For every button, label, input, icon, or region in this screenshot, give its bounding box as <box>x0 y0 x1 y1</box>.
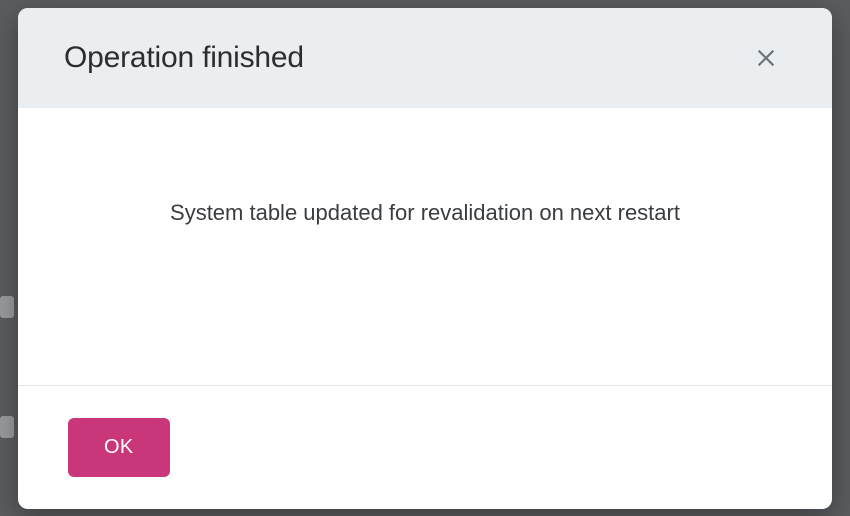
modal-body: System table updated for revalidation on… <box>18 108 832 385</box>
ok-button[interactable]: OK <box>68 418 170 477</box>
background-stub <box>0 416 14 438</box>
background-stub <box>0 296 14 318</box>
modal-header: Operation finished <box>18 8 832 108</box>
modal-footer: OK <box>18 385 832 509</box>
modal-message: System table updated for revalidation on… <box>170 200 680 226</box>
modal-dialog: Operation finished System table updated … <box>18 8 832 509</box>
modal-title: Operation finished <box>64 41 304 75</box>
close-button[interactable] <box>746 38 786 78</box>
close-icon <box>755 47 777 69</box>
